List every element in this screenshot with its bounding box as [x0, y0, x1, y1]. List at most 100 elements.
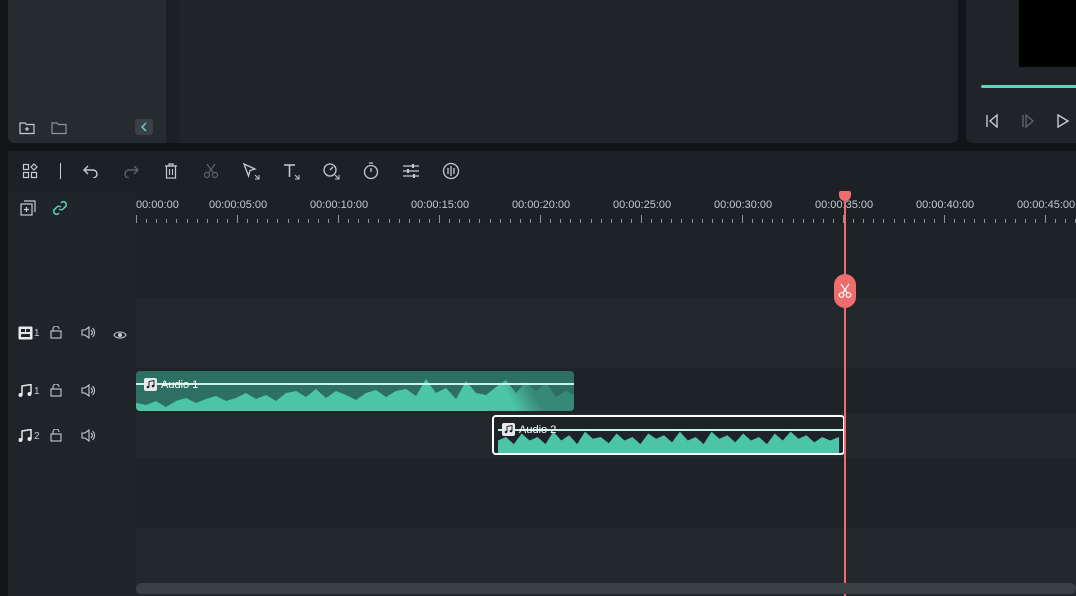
ruler-tick: [994, 219, 996, 223]
ruler-label: 00:00:45:00: [1017, 199, 1076, 211]
audio-clip[interactable]: Audio 1: [136, 371, 574, 411]
toolbar-divider: [60, 163, 61, 179]
redo-icon[interactable]: [121, 161, 141, 181]
eye-icon[interactable]: [113, 327, 127, 345]
ruler-tick: [327, 219, 329, 223]
select-tool-icon[interactable]: [241, 161, 261, 181]
ruler-tick: [166, 219, 168, 223]
ruler-label: 00:00:00: [136, 199, 179, 211]
text-icon[interactable]: [281, 161, 301, 181]
ruler-tick: [671, 219, 673, 223]
ruler-tick: [590, 219, 592, 223]
duration-icon[interactable]: [361, 161, 381, 181]
ruler-tick: [863, 219, 865, 223]
cut-icon[interactable]: [201, 161, 221, 181]
ruler-label: 00:00:25:00: [613, 199, 672, 211]
adjust-icon[interactable]: [401, 161, 421, 181]
track-header-column: 1 1 2: [8, 191, 136, 596]
ruler-tick: [560, 219, 562, 223]
scissors-icon: [838, 283, 852, 298]
ruler-tick: [439, 215, 440, 223]
add-track-icon[interactable]: [20, 200, 36, 221]
audio-icon[interactable]: [441, 161, 461, 181]
audio-clip-selected[interactable]: Audio 2: [492, 415, 845, 455]
timeline-panel: 1 1 2 00:00:00 00:00:05:00 00:00:10:00 0…: [8, 191, 1076, 596]
ruler-tick: [610, 219, 612, 223]
empty-lane-bottom: [136, 458, 1076, 528]
preview-controls: [984, 113, 1070, 134]
audio-track-2-number: 2: [34, 431, 40, 442]
media-panel: [8, 0, 958, 143]
preview-panel: [966, 0, 1076, 143]
delete-icon[interactable]: [161, 161, 181, 181]
ruler-tick: [661, 219, 663, 223]
playhead-line[interactable]: [844, 195, 846, 596]
ruler-tick: [529, 219, 531, 223]
timeline-horizontal-scrollbar[interactable]: [136, 583, 1076, 594]
ruler-tick: [196, 219, 198, 223]
empty-lane-top: [136, 225, 1076, 298]
ruler-tick: [893, 219, 895, 223]
ruler-tick: [984, 219, 986, 223]
ruler-tick: [944, 215, 945, 223]
chevron-left-icon: [140, 122, 147, 132]
speaker-icon[interactable]: [81, 325, 95, 344]
ruler-tick: [176, 219, 178, 223]
speaker-icon[interactable]: [81, 383, 95, 402]
volume-line[interactable]: [136, 383, 574, 385]
ruler-tick: [731, 219, 733, 223]
fade-out-overlay: [464, 371, 574, 411]
ruler-tick: [853, 219, 855, 223]
ruler-tick: [348, 219, 350, 223]
ruler-tick: [1045, 215, 1046, 223]
new-folder-icon[interactable]: [18, 119, 36, 137]
audio-track-1-number: 1: [34, 386, 40, 397]
lock-icon[interactable]: [50, 325, 62, 344]
ruler-label: 00:00:10:00: [310, 199, 369, 211]
ruler-tick: [570, 219, 572, 223]
music-icon: [144, 378, 157, 391]
split-button[interactable]: [834, 274, 856, 308]
ruler-tick: [338, 215, 339, 223]
layout-icon[interactable]: [20, 161, 40, 181]
ruler-tick: [277, 219, 279, 223]
media-divider: [166, 0, 180, 143]
ruler-tick: [317, 219, 319, 223]
lock-icon[interactable]: [50, 383, 62, 402]
ruler-tick: [954, 219, 956, 223]
ruler-tick: [762, 219, 764, 223]
ruler-tick: [822, 219, 824, 223]
ruler-label: 00:00:15:00: [411, 199, 470, 211]
video-track-icon: [18, 326, 33, 345]
ruler-tick: [883, 219, 885, 223]
frame-forward-icon[interactable]: [1020, 113, 1036, 134]
ruler-tick: [216, 219, 218, 223]
video-track-1-lane[interactable]: [136, 298, 1076, 368]
frame-back-icon[interactable]: [984, 113, 1000, 134]
ruler-tick: [782, 219, 784, 223]
time-ruler[interactable]: 00:00:00 00:00:05:00 00:00:10:00 00:00:1…: [136, 191, 1076, 225]
ruler-tick: [933, 219, 935, 223]
collapse-sidebar-button[interactable]: [135, 119, 153, 135]
ruler-tick: [136, 215, 137, 223]
ruler-tick: [691, 219, 693, 223]
folder-icon[interactable]: [50, 119, 68, 137]
ruler-tick: [923, 219, 925, 223]
link-icon[interactable]: [52, 200, 68, 221]
ruler-label: 00:00:40:00: [916, 199, 975, 211]
speed-icon[interactable]: [321, 161, 341, 181]
ruler-tick: [287, 219, 289, 223]
ruler-tick: [257, 219, 259, 223]
speaker-icon[interactable]: [81, 428, 95, 447]
ruler-tick: [489, 219, 491, 223]
play-icon[interactable]: [1056, 113, 1070, 134]
ruler-tick: [681, 219, 683, 223]
ruler-tick: [267, 219, 269, 223]
ruler-tick: [540, 215, 541, 223]
ruler-tick: [449, 219, 451, 223]
ruler-tick: [964, 219, 966, 223]
lock-icon[interactable]: [50, 428, 62, 447]
preview-progress-bar[interactable]: [981, 85, 1076, 88]
clip-name: Audio 2: [519, 423, 557, 436]
undo-icon[interactable]: [81, 161, 101, 181]
